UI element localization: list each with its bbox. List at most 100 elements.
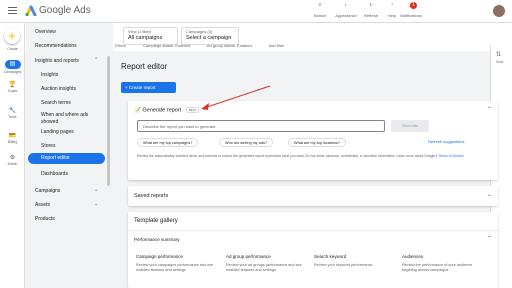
help-label: Help <box>387 13 397 18</box>
nav-insights-reports[interactable]: Insights and reports <box>35 58 79 64</box>
template-title: Search keyword <box>314 254 347 259</box>
template-card-adgroup[interactable]: Ad group performance Review your ad grou… <box>226 254 311 273</box>
nav-landing-pages[interactable]: Landing pages <box>41 129 74 135</box>
rail-admin-label: Admin <box>7 162 18 166</box>
performance-summary-title[interactable]: Performance summary <box>134 237 180 242</box>
saved-reports-title: Saved reports <box>134 193 169 199</box>
view-caption: View (1 filter) <box>128 29 152 34</box>
template-desc: Review your campaigns performance and se… <box>136 263 214 272</box>
generate-button[interactable]: Generate <box>391 120 429 132</box>
campaigns-icon: ▤ <box>4 60 21 69</box>
chevron-up-icon[interactable]: ⌃ <box>487 235 492 242</box>
nav-overview[interactable]: Overview <box>35 29 56 35</box>
template-gallery-card: Template gallery Performance summary ⌃ C… <box>128 212 498 288</box>
template-card-campaign[interactable]: Campaign performance Review your campaig… <box>136 254 221 273</box>
nav-assets[interactable]: Assets <box>35 202 50 208</box>
nav-scrollbar[interactable] <box>107 56 110 186</box>
refresh-label: Refresh <box>363 13 378 18</box>
chevron-down-icon[interactable]: ⌄ <box>487 191 492 198</box>
gallery-title: Template gallery <box>134 218 178 224</box>
campaign-value: Select a campaign <box>186 35 232 41</box>
template-desc: Review the performance of your audience … <box>402 263 473 272</box>
appearance-icon: ◐ <box>344 2 348 7</box>
rail-item-goals[interactable]: 🏆 Goals <box>0 81 25 93</box>
goals-icon: 🏆 <box>8 82 17 88</box>
refresh-suggestions-link[interactable]: Refresh suggestions <box>428 139 464 144</box>
template-title: Audiences <box>402 254 424 259</box>
rail-item-admin[interactable]: ⚙ Admin <box>0 154 25 166</box>
add-filter-button[interactable]: Add filter <box>269 43 285 48</box>
template-title: Campaign performance <box>136 254 184 259</box>
terms-link[interactable]: Terms of Service <box>438 154 463 158</box>
create-label: Create <box>7 47 18 51</box>
search-icon: ⚲ <box>318 2 322 7</box>
template-desc: Review your keyword performance <box>314 263 373 267</box>
avatar[interactable] <box>493 5 505 17</box>
template-card-audiences[interactable]: Audiences Review the performance of your… <box>402 254 487 273</box>
filter-bar: Filters Campaign status: Enabled Ad grou… <box>115 43 300 48</box>
view-value: All campaigns <box>128 35 163 41</box>
filters-label[interactable]: Filters <box>115 43 126 48</box>
divider <box>128 230 498 231</box>
rail-item-billing[interactable]: 💳 Billing <box>0 132 25 144</box>
nav-search-terms[interactable]: Search terms <box>41 100 71 106</box>
sort-icon[interactable]: ⇅ <box>496 51 501 58</box>
nav-dashboards[interactable]: Dashboards <box>41 171 68 177</box>
notifications-label: Notifications <box>400 13 422 18</box>
sort-label: Sort <box>496 59 504 64</box>
chevron-down-icon[interactable]: ⌄ <box>94 201 98 207</box>
nav-when-where-1[interactable]: When and where ads <box>41 112 88 118</box>
nav-products[interactable]: Products <box>35 216 55 222</box>
nav-when-where-2[interactable]: showed <box>41 119 58 125</box>
generate-report-card: 📝 Generate report BETA ⌃ Describe the re… <box>128 101 498 180</box>
left-rail: + Create ▤ Campaigns 🏆 Goals 🔧 Tools 💳 B… <box>0 23 25 288</box>
notification-badge: 1 <box>410 2 417 9</box>
nav-recommendations[interactable]: Recommendations <box>35 43 77 49</box>
rail-goals-label: Goals <box>7 89 18 93</box>
template-title: Ad group performance <box>226 254 271 259</box>
nav-campaigns[interactable]: Campaigns <box>35 188 60 194</box>
nav-stores[interactable]: Stores <box>41 143 55 149</box>
appearance-label: Appearance <box>335 13 357 18</box>
suggestion-chip[interactable]: What are my top locations? <box>288 138 347 147</box>
generate-title-text: Generate report <box>142 107 182 114</box>
create-report-label: Create report <box>128 85 156 90</box>
rail-item-campaigns[interactable]: ▤ Campaigns <box>0 60 25 74</box>
search-button[interactable]: ⚲ Search <box>307 2 333 18</box>
campaign-caption: Campaigns (3) <box>186 29 213 34</box>
nav-report-editor[interactable]: Report editor <box>28 153 105 164</box>
chevron-up-icon[interactable]: ⌃ <box>94 57 98 63</box>
create-report-button[interactable]: + Create report <box>121 82 176 93</box>
filter-adgroup-status[interactable]: Ad group status: Enabled <box>207 43 252 48</box>
page-title: Report editor <box>121 62 168 71</box>
appearance-button[interactable]: ◐ Appearance <box>333 2 359 18</box>
generate-icon: 📝 <box>134 107 141 114</box>
brand-name: Google Ads <box>39 5 91 16</box>
rail-item-tools[interactable]: 🔧 Tools <box>0 107 25 119</box>
rail-campaigns-label: Campaigns <box>3 70 22 74</box>
create-button[interactable]: + <box>4 28 20 44</box>
nav-report-editor-label: Report editor <box>41 155 70 161</box>
google-ads-logo <box>25 5 37 16</box>
billing-icon: 💳 <box>8 133 17 139</box>
report-prompt-input[interactable]: Describe the report you want to generate <box>137 120 385 132</box>
suggestion-chip[interactable]: What are my top campaigns? <box>137 138 199 147</box>
rail-billing-label: Billing <box>7 140 18 144</box>
disclaimer-text: Review the automatically selected items … <box>137 154 438 158</box>
nav-auction-insights[interactable]: Auction insights <box>41 86 76 92</box>
rail-tools-label: Tools <box>8 115 17 119</box>
template-desc: Review your ad groups performance and se… <box>226 263 302 272</box>
suggestion-chip[interactable]: Who are seeing my ads? <box>219 138 273 147</box>
report-prompt-placeholder: Describe the report you want to generate <box>143 124 216 129</box>
template-card-keyword[interactable]: Search keyword Review your keyword perfo… <box>314 254 399 268</box>
saved-reports-card[interactable]: Saved reports ⌄ <box>128 186 498 206</box>
tools-icon: 🔧 <box>8 108 17 114</box>
nav-insights[interactable]: Insights <box>41 72 58 78</box>
menu-icon[interactable] <box>8 7 17 14</box>
chevron-up-icon[interactable]: ⌃ <box>487 106 492 113</box>
beta-badge: BETA <box>185 107 200 113</box>
filter-campaign-status[interactable]: Campaign status: Enabled <box>143 43 190 48</box>
chevron-down-icon[interactable]: ⌄ <box>94 187 98 193</box>
search-label: Search <box>313 13 327 18</box>
admin-icon: ⚙ <box>9 155 16 161</box>
